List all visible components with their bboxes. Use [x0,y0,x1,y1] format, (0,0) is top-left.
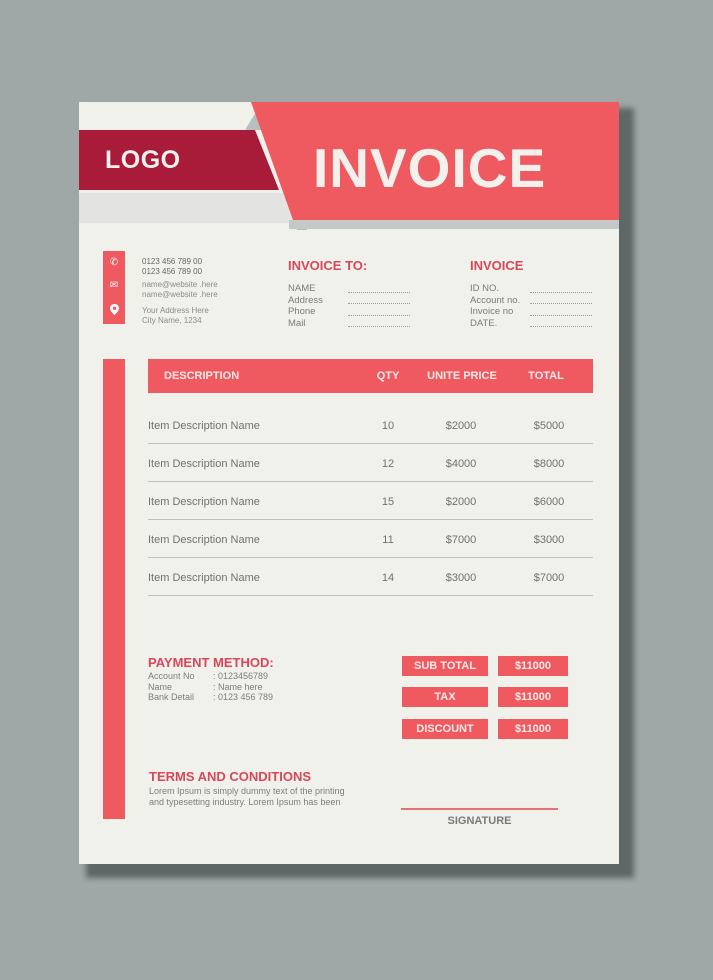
discount-value: $11000 [498,719,568,739]
row-price: $3000 [445,572,477,584]
field-id-no: ID NO. [470,283,592,295]
table-row: Item Description Name 14 $3000 $7000 [148,558,593,596]
payment-row: Name: Name here [148,681,263,692]
row-total: $6000 [533,496,565,508]
row-qty: 14 [381,572,395,584]
payment-details: Account No: 0123456789 Name: Name here B… [148,671,273,703]
emails: name@website .here name@website .here [142,280,218,299]
address-field[interactable] [348,296,410,304]
row-total: $3000 [533,534,565,546]
subtotal-label: SUB TOTAL [402,656,488,676]
contact-icon-bar: ✆ ✉ [103,251,125,324]
date-field[interactable] [530,319,592,327]
terms-title: TERMS AND CONDITIONS [149,769,312,784]
logo: LOGO [105,146,181,174]
row-description: Item Description Name [148,496,260,508]
payment-row: Account No: 0123456789 [148,671,269,681]
field-invoice-no: Invoice no [470,306,592,318]
header-total: TOTAL [528,370,564,382]
phone-icon: ✆ [109,256,119,268]
field-date: DATE. [470,318,592,330]
row-price: $2000 [445,420,477,432]
invoice-to-fields: NAME Address Phone Mail [288,283,410,329]
address-line-1: Your Address Here [142,306,209,315]
header-shadow-band [289,220,619,229]
subtotal-value: $11000 [498,656,568,676]
table-row: Item Description Name 11 $7000 $3000 [148,520,593,558]
row-total: $7000 [533,572,565,584]
header-qty: QTY [376,370,400,382]
account-no-field[interactable] [530,296,592,304]
tax-value: $11000 [498,687,568,707]
row-description: Item Description Name [148,534,260,546]
table-row: Item Description Name 12 $4000 $8000 [148,444,593,482]
signature-line [401,808,558,810]
header-grey-band [79,193,299,223]
invoice-title: INVOICE [313,137,547,199]
table-row: Item Description Name 10 $2000 $5000 [148,406,593,444]
row-qty: 15 [381,496,395,508]
field-account-no: Account no. [470,295,592,307]
phone-1: 0123 456 789 00 [142,257,203,266]
invoice-info-fields: ID NO. Account no. Invoice no DATE. [470,283,592,329]
row-qty: 12 [381,458,395,470]
row-total: $8000 [533,458,565,470]
email-2: name@website .here [142,289,218,299]
row-price: $7000 [445,534,477,546]
field-address: Address [288,295,410,307]
signature-label: SIGNATURE [447,815,512,827]
address: Your Address Here City Name, 1234 [142,306,209,325]
payment-method-title: PAYMENT METHOD: [148,655,274,670]
row-price: $2000 [445,496,477,508]
invoice-info-title: INVOICE [470,258,524,273]
row-qty: 10 [381,420,395,432]
payment-row: Bank Detail: 0123 456 789 [148,692,274,702]
field-mail: Mail [288,318,410,330]
invoice-page: LOGO INVOICE ✆ ✉ 0123 456 789 00 0123 45… [79,102,619,864]
invoice-no-field[interactable] [530,308,592,316]
discount-label: DISCOUNT [402,719,488,739]
row-description: Item Description Name [148,420,260,432]
row-description: Item Description Name [148,458,260,470]
invoice-to-title: INVOICE TO: [288,258,368,273]
header-unit-price: UNITE PRICE [427,370,497,382]
row-qty: 11 [382,534,394,546]
side-accent-bar [103,359,125,819]
location-pin-icon [109,303,119,318]
phone-field[interactable] [348,308,410,316]
name-field[interactable] [348,285,410,293]
header-description: DESCRIPTION [164,370,240,382]
mail-icon: ✉ [109,279,119,291]
table-row: Item Description Name 15 $2000 $6000 [148,482,593,520]
table-header: DESCRIPTION QTY UNITE PRICE TOTAL [148,359,593,393]
email-1: name@website .here [142,280,218,289]
mail-field[interactable] [348,319,410,327]
row-description: Item Description Name [148,572,260,584]
tax-label: TAX [402,687,488,707]
field-name: NAME [288,283,410,295]
field-phone: Phone [288,306,410,318]
terms-text: Lorem Ipsum is simply dummy text of the … [149,786,345,807]
id-no-field[interactable] [530,285,592,293]
address-line-2: City Name, 1234 [142,315,202,325]
row-total: $5000 [533,420,565,432]
phone-2: 0123 456 789 00 [142,266,203,276]
row-price: $4000 [445,458,477,470]
phone-numbers: 0123 456 789 00 0123 456 789 00 [142,257,202,276]
